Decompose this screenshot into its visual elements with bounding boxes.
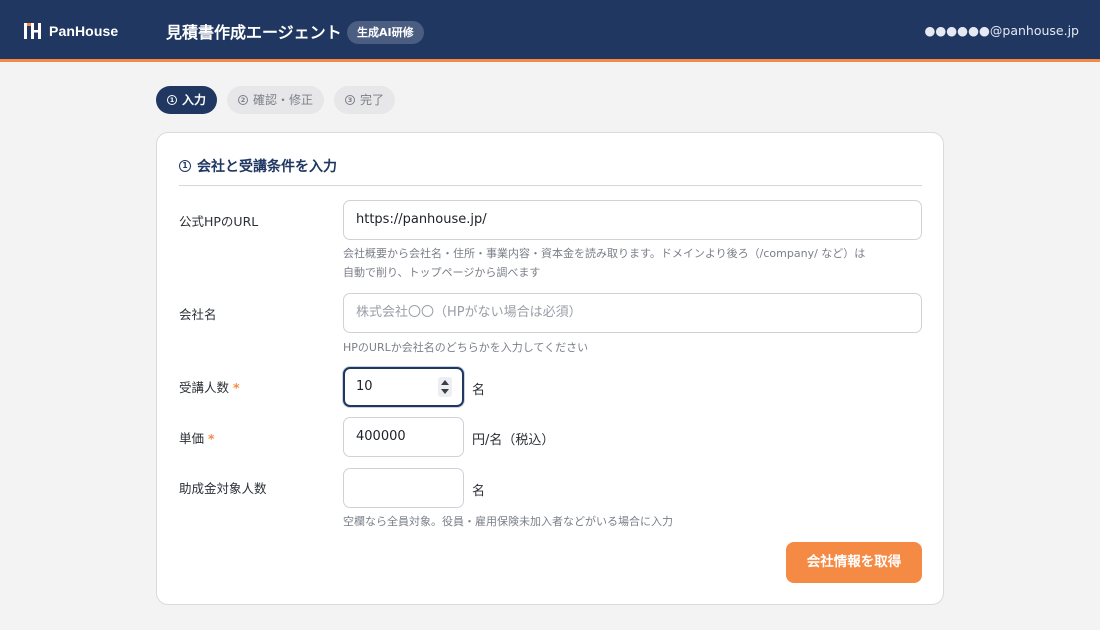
step-confirm[interactable]: 2 確認・修正 bbox=[227, 86, 325, 114]
step-label: 完了 bbox=[360, 93, 385, 107]
company-name-label: 会社名 bbox=[179, 307, 217, 322]
step-label: 入力 bbox=[182, 93, 207, 107]
required-mark: * bbox=[233, 380, 240, 395]
step-number-3-icon: 3 bbox=[345, 95, 355, 105]
stepper-up-icon[interactable] bbox=[441, 380, 449, 385]
unit-price-label-text: 単価 bbox=[179, 431, 205, 446]
unit-price-unit: 円/名（税込） bbox=[472, 433, 555, 448]
user-email: ●●●●●●@panhouse.jp bbox=[924, 23, 1079, 38]
panhouse-logo-icon bbox=[24, 23, 41, 39]
company-name-help: HPのURLか会社名のどちらかを入力してください bbox=[343, 341, 589, 354]
url-help-line-2: 自動で削り、トップページから調べます bbox=[343, 266, 541, 279]
input-form-card: 1 会社と受講条件を入力 公式HPのURL https://panhouse.j… bbox=[156, 132, 944, 605]
section-divider bbox=[179, 185, 922, 186]
subsidy-label: 助成金対象人数 bbox=[179, 481, 267, 496]
section-title: 1 会社と受講条件を入力 bbox=[179, 156, 337, 176]
section-title-text: 会社と受講条件を入力 bbox=[197, 159, 337, 175]
app-header: PanHouse 見積書作成エージェント 生成AI研修 ●●●●●●@panho… bbox=[0, 0, 1100, 62]
subsidy-help: 空欄なら全員対象。役員・雇用保険未加入者などがいる場合に入力 bbox=[343, 515, 673, 528]
unit-price-label: 単価 * bbox=[179, 428, 215, 447]
attendees-input[interactable]: 10 bbox=[343, 367, 464, 407]
step-number-2-icon: 2 bbox=[238, 95, 248, 105]
app-title: 見積書作成エージェント bbox=[166, 23, 342, 42]
step-input[interactable]: 1 入力 bbox=[156, 86, 218, 114]
logo[interactable]: PanHouse bbox=[23, 21, 118, 41]
attendees-unit: 名 bbox=[472, 383, 486, 398]
company-name-input[interactable]: 株式会社〇〇（HPがない場合は必須） bbox=[343, 293, 922, 333]
url-input[interactable]: https://panhouse.jp/ bbox=[343, 200, 922, 240]
step-label: 確認・修正 bbox=[253, 93, 314, 107]
subsidy-count-input[interactable] bbox=[343, 468, 464, 508]
attendees-label-text: 受講人数 bbox=[179, 380, 230, 395]
url-help-line-1: 会社概要から会社名・住所・事業内容・資本金を読み取ります。ドメインより後ろ（/c… bbox=[343, 247, 866, 260]
step-complete[interactable]: 3 完了 bbox=[334, 86, 396, 114]
required-mark: * bbox=[208, 431, 215, 446]
logo-text: PanHouse bbox=[49, 23, 119, 39]
section-number-icon: 1 bbox=[179, 160, 191, 172]
subsidy-unit: 名 bbox=[472, 484, 486, 499]
stepper-down-icon[interactable] bbox=[441, 389, 449, 394]
url-label: 公式HPのURL bbox=[179, 214, 259, 229]
fetch-company-info-button[interactable]: 会社情報を取得 bbox=[786, 542, 922, 583]
training-badge: 生成AI研修 bbox=[347, 21, 424, 44]
attendees-label: 受講人数 * bbox=[179, 377, 240, 396]
unit-price-input[interactable]: 400000 bbox=[343, 417, 464, 457]
number-stepper[interactable] bbox=[438, 377, 452, 397]
url-help: 会社概要から会社名・住所・事業内容・資本金を読み取ります。ドメインより後ろ（/c… bbox=[343, 244, 923, 282]
step-number-1-icon: 1 bbox=[167, 95, 177, 105]
attendees-value: 10 bbox=[356, 379, 373, 394]
